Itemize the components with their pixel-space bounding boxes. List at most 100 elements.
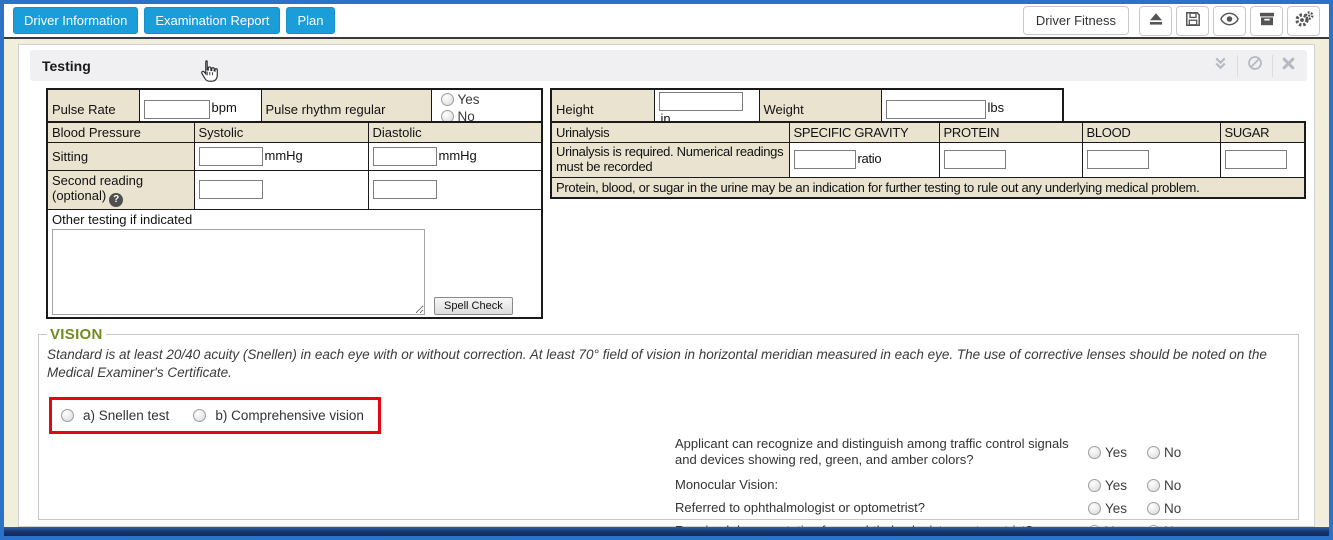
vision-description: Standard is at least 20/40 acuity (Snell… [47,346,1290,382]
referred-yes-option[interactable]: Yes [1088,501,1127,516]
systolic-header: Systolic [194,122,368,143]
urinalysis-header: Urinalysis [551,122,789,143]
question-row-traffic-signals: Applicant can recognize and distinguish … [675,436,1265,469]
monocular-no-option[interactable]: No [1147,478,1181,493]
protein-header: PROTEIN [939,122,1082,143]
archive-icon [1259,11,1275,30]
tab-driver-information[interactable]: Driver Information [13,7,138,34]
second-reading-label-cell: Second reading (optional)? [47,171,194,210]
second-diastolic-input[interactable] [373,180,437,199]
protein-input[interactable] [944,150,1006,169]
second-diastolic-cell [368,171,542,210]
radio-icon[interactable] [61,409,74,422]
tab-plan[interactable]: Plan [286,7,334,34]
ban-icon[interactable] [1247,55,1263,76]
other-testing-label: Other testing if indicated [52,212,537,227]
comprehensive-vision-label: b) Comprehensive vision [215,408,364,423]
yes-label: Yes [1105,445,1127,460]
radio-icon[interactable] [441,93,454,106]
radio-icon[interactable] [1088,502,1101,515]
traffic-signals-no-option[interactable]: No [1147,445,1181,460]
blood-pressure-table: Blood Pressure Systolic Diastolic Sittin… [46,121,543,319]
question-row-monocular-vision: Monocular Vision: Yes No [675,474,1265,497]
urinalysis-table: Urinalysis SPECIFIC GRAVITY PROTEIN BLOO… [550,121,1306,199]
toolbar-nav-group: Driver Information Examination Report Pl… [13,7,341,34]
sitting-label: Sitting [47,143,194,171]
specific-gravity-input[interactable] [794,150,856,169]
sugar-header: SUGAR [1220,122,1305,143]
toolbar-action-group: Driver Fitness [1023,6,1320,36]
vision-questions: Applicant can recognize and distinguish … [675,436,1265,540]
snellen-test-option[interactable]: a) Snellen test [61,408,169,423]
preview-button[interactable] [1213,6,1246,36]
second-reading-label: Second reading (optional) [52,173,143,203]
radio-icon[interactable] [1088,479,1101,492]
urinalysis-required-note: Urinalysis is required. Numerical readin… [551,143,789,178]
second-systolic-cell [194,171,368,210]
weight-input[interactable] [886,100,986,119]
no-label: No [1164,445,1181,460]
pulse-rate-unit: bpm [212,100,237,115]
testing-panel: Testing Pulse Rate bpm [18,44,1315,527]
settings-button[interactable] [1287,6,1320,36]
other-testing-cell: Other testing if indicated Spell Check [47,209,542,318]
tab-examination-report[interactable]: Examination Report [144,7,280,34]
panel-title: Testing [42,58,91,74]
collapse-double-chevron-icon[interactable] [1213,56,1228,76]
radio-icon[interactable] [1147,446,1160,459]
radio-icon[interactable] [193,409,206,422]
help-icon[interactable]: ? [109,193,123,207]
vision-section: VISION Standard is at least 20/40 acuity… [38,326,1299,520]
sugar-input[interactable] [1225,150,1287,169]
diastolic-unit: mmHg [439,148,477,163]
panel-header-icons [1213,55,1295,77]
height-input[interactable] [659,92,743,111]
urinalysis-footer-note: Protein, blood, or sugar in the urine ma… [551,177,1305,198]
ratio-label: ratio [858,151,882,166]
comprehensive-vision-option[interactable]: b) Comprehensive vision [193,408,364,423]
specific-gravity-header: SPECIFIC GRAVITY [789,122,939,143]
sitting-systolic-cell: mmHg [194,143,368,171]
radio-icon[interactable] [1147,502,1160,515]
traffic-signals-yes-option[interactable]: Yes [1088,445,1127,460]
eject-button[interactable] [1139,6,1172,36]
question-text: Monocular Vision: [675,477,1088,493]
spell-check-button[interactable]: Spell Check [434,297,513,315]
sitting-diastolic-cell: mmHg [368,143,542,171]
sitting-diastolic-input[interactable] [373,147,437,166]
pulse-rhythm-yes-option[interactable]: Yes [441,92,480,107]
protein-cell [939,143,1082,178]
weight-unit: lbs [988,100,1005,115]
second-systolic-input[interactable] [199,180,263,199]
testing-panel-header: Testing [30,50,1307,81]
yes-label: Yes [1105,478,1127,493]
question-text: Referred to ophthalmologist or optometri… [675,500,1088,516]
driver-fitness-button[interactable]: Driver Fitness [1023,6,1129,35]
question-text: Applicant can recognize and distinguish … [675,436,1088,469]
systolic-unit: mmHg [265,148,303,163]
bottom-status-bar [4,527,1329,536]
vision-test-options-highlight: a) Snellen test b) Comprehensive vision [49,397,381,434]
eject-icon [1148,11,1164,30]
yes-label: Yes [458,92,480,107]
save-button[interactable] [1176,6,1209,36]
blood-header: BLOOD [1082,122,1220,143]
blood-input[interactable] [1087,150,1149,169]
radio-icon[interactable] [1147,479,1160,492]
monocular-yes-option[interactable]: Yes [1088,478,1127,493]
panel-header-divider [1272,55,1273,77]
question-row-referred: Referred to ophthalmologist or optometri… [675,497,1265,520]
archive-button[interactable] [1250,6,1283,36]
settings-gears-icon [1294,11,1314,31]
no-label: No [1164,501,1181,516]
sugar-cell [1220,143,1305,178]
pulse-rate-input[interactable] [144,100,210,119]
other-testing-textarea[interactable] [52,229,425,315]
blood-pressure-header: Blood Pressure [47,122,194,143]
radio-icon[interactable] [1088,446,1101,459]
snellen-test-label: a) Snellen test [83,408,169,423]
sitting-systolic-input[interactable] [199,147,263,166]
close-icon[interactable] [1282,57,1295,75]
panel-header-divider [1237,55,1238,77]
referred-no-option[interactable]: No [1147,501,1181,516]
